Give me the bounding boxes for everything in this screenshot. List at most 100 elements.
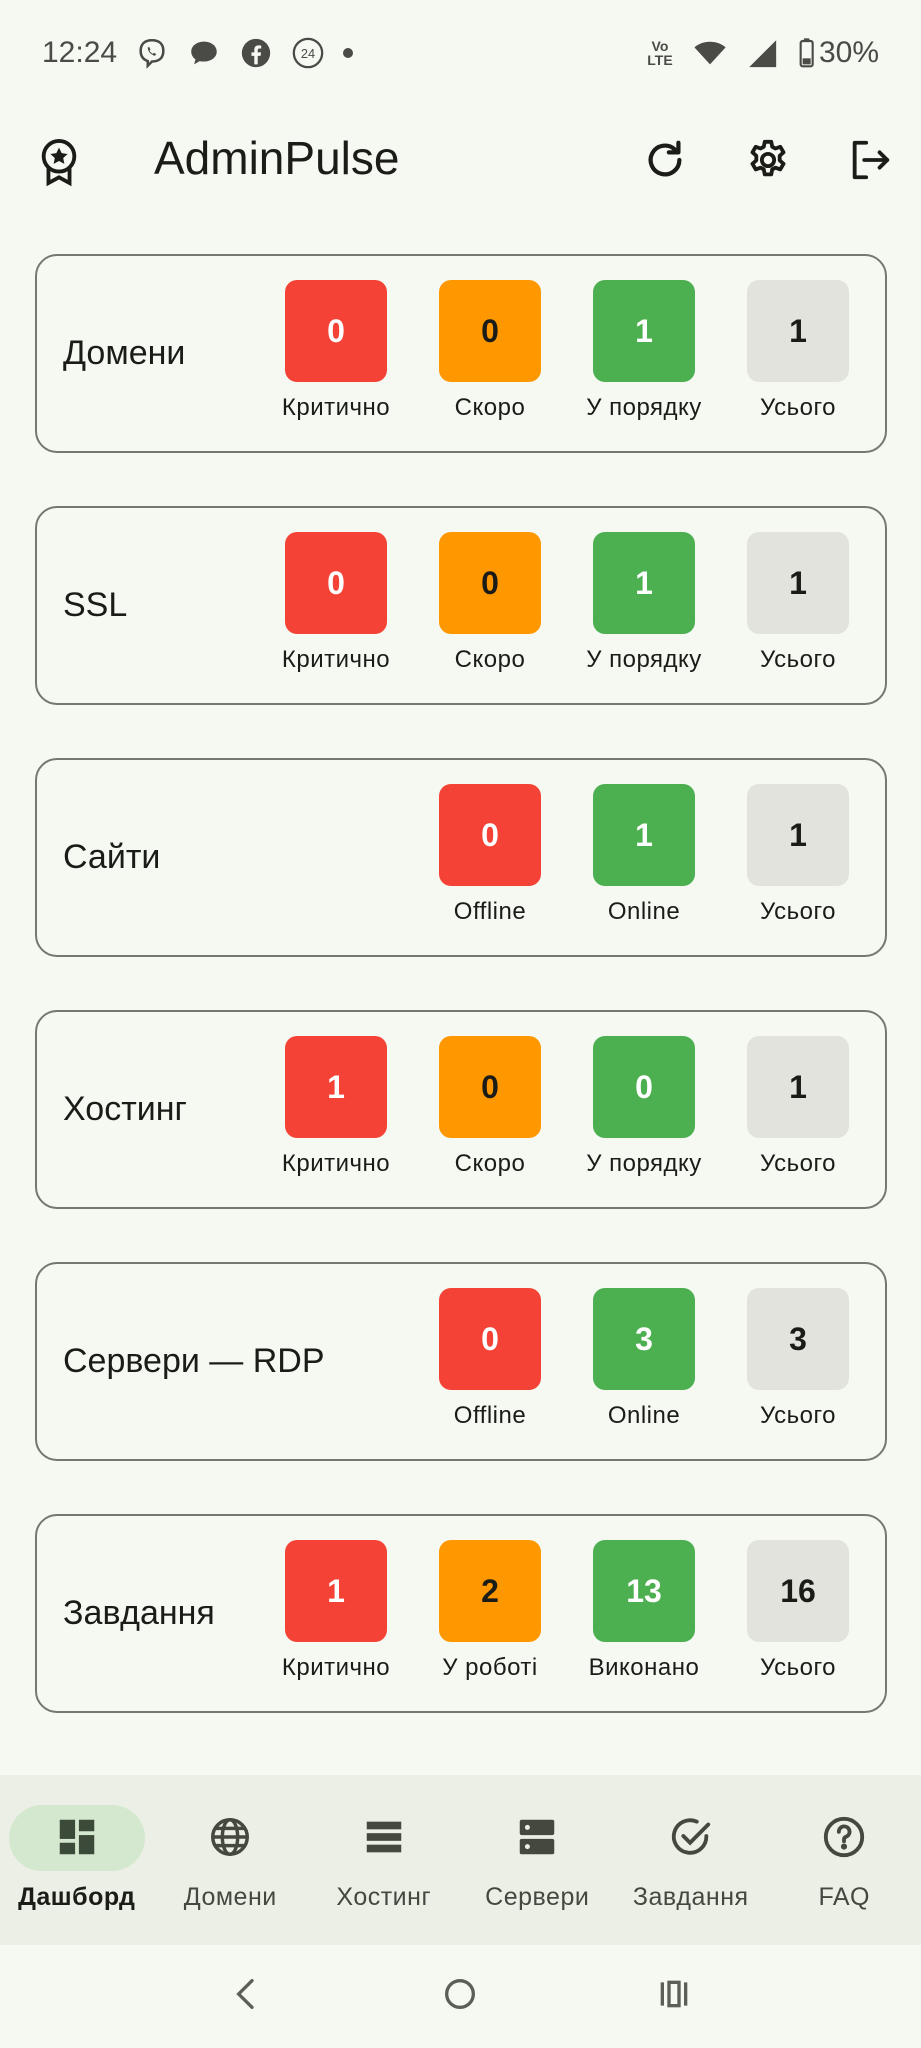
stat-label: Скоро: [454, 1150, 526, 1177]
system-navigation: [0, 1945, 921, 2048]
stat-label: Усього: [759, 646, 837, 673]
stat-item: 2 У роботі: [413, 1540, 567, 1682]
card-stats: 0 Критично 0 Скоро 1 У порядку 1 Усього: [259, 280, 875, 422]
nav-label: FAQ: [818, 1883, 870, 1911]
refresh-button[interactable]: [640, 135, 690, 185]
summary-card[interactable]: Сайти 0 Offline 1 Online 1 Усього: [35, 758, 887, 957]
stat-label: У порядку: [586, 646, 702, 673]
home-icon[interactable]: [440, 1974, 480, 2019]
nav-label: Завдання: [632, 1883, 749, 1911]
app-title: AdminPulse: [154, 132, 400, 184]
stat-item: 1 Усього: [721, 784, 875, 926]
stat-count-badge: 0: [593, 1036, 695, 1138]
server-icon: [513, 1813, 561, 1861]
facebook-icon: [239, 36, 273, 70]
list-icon: [360, 1813, 408, 1861]
svg-text:24: 24: [301, 45, 315, 60]
stat-count-badge: 1: [593, 280, 695, 382]
nav-item[interactable]: Дашборд: [0, 1775, 154, 1945]
card-title: SSL: [63, 586, 128, 624]
stat-item: 0 Offline: [413, 1288, 567, 1430]
card-stats: 0 Offline 1 Online 1 Усього: [413, 784, 875, 926]
stat-label: Online: [607, 898, 681, 925]
chat-icon: [187, 36, 221, 70]
nav-item[interactable]: FAQ: [768, 1775, 921, 1945]
stat-item: 1 У порядку: [567, 532, 721, 674]
stat-label: Online: [607, 1402, 681, 1429]
stat-item: 13 Виконано: [567, 1540, 721, 1682]
stat-item: 0 Скоро: [413, 280, 567, 422]
stat-count-badge: 1: [747, 784, 849, 886]
settings-button[interactable]: [743, 135, 793, 185]
logout-button[interactable]: [845, 135, 895, 185]
stat-item: 0 Скоро: [413, 532, 567, 674]
stat-label: Критично: [281, 1654, 391, 1681]
stat-item: 3 Усього: [721, 1288, 875, 1430]
stat-count-badge: 16: [747, 1540, 849, 1642]
card-stats: 1 Критично 2 У роботі 13 Виконано 16 Усього: [259, 1540, 875, 1682]
stat-item: 0 Критично: [259, 280, 413, 422]
stat-count-badge: 0: [285, 532, 387, 634]
award-icon: [36, 137, 82, 187]
stat-count-badge: 3: [593, 1288, 695, 1390]
stat-item: 1 Критично: [259, 1036, 413, 1178]
summary-card[interactable]: Сервери — RDP 0 Offline 3 Online 3 Усього: [35, 1262, 887, 1461]
refresh-icon: [648, 140, 682, 177]
stat-label: У порядку: [586, 1150, 702, 1177]
summary-card[interactable]: Хостинг 1 Критично 0 Скоро 0 У порядку 1 Усього: [35, 1010, 887, 1209]
stat-label: У роботі: [442, 1654, 538, 1681]
dashboard-cards: Домени 0 Критично 0 Скоро 1 У порядку 1 Усього SS…: [35, 254, 887, 1766]
back-icon[interactable]: [227, 1974, 267, 2019]
stat-count-badge: 1: [593, 532, 695, 634]
stat-label: Критично: [281, 394, 391, 421]
status-time: 12:24: [42, 35, 118, 69]
summary-card[interactable]: Домени 0 Критично 0 Скоро 1 У порядку 1 Усього: [35, 254, 887, 453]
card-title: Хостинг: [63, 1090, 187, 1128]
card-title: Завдання: [63, 1594, 215, 1632]
stat-item: 0 У порядку: [567, 1036, 721, 1178]
nav-item[interactable]: Завдання: [614, 1775, 768, 1945]
stat-label: Offline: [453, 898, 527, 925]
nav-item[interactable]: Сервери: [461, 1775, 615, 1945]
stat-count-badge: 2: [439, 1540, 541, 1642]
stat-count-badge: 13: [593, 1540, 695, 1642]
stat-label: Усього: [759, 394, 837, 421]
stat-label: Критично: [281, 1150, 391, 1177]
stat-item: 3 Online: [567, 1288, 721, 1430]
nav-item[interactable]: Домени: [154, 1775, 308, 1945]
stat-item: 0 Критично: [259, 532, 413, 674]
nav-item[interactable]: Хостинг: [307, 1775, 461, 1945]
stat-label: Критично: [281, 646, 391, 673]
card-title: Сайти: [63, 838, 161, 876]
signal-icon: [745, 36, 779, 70]
stat-label: Усього: [759, 1402, 837, 1429]
card-stats: 1 Критично 0 Скоро 0 У порядку 1 Усього: [259, 1036, 875, 1178]
stat-label: Скоро: [454, 394, 526, 421]
stat-item: 1 У порядку: [567, 280, 721, 422]
summary-card[interactable]: SSL 0 Критично 0 Скоро 1 У порядку 1 Усього: [35, 506, 887, 705]
stat-label: Скоро: [454, 646, 526, 673]
nav-label: Хостинг: [336, 1883, 432, 1911]
stat-count-badge: 1: [747, 1036, 849, 1138]
stat-label: У порядку: [586, 394, 702, 421]
stat-count-badge: 1: [747, 532, 849, 634]
stat-count-badge: 1: [285, 1036, 387, 1138]
summary-card[interactable]: Завдання 1 Критично 2 У роботі 13 Виконано 16 Ус…: [35, 1514, 887, 1713]
stat-item: 1 Online: [567, 784, 721, 926]
recents-icon[interactable]: [654, 1974, 694, 2019]
stat-count-badge: 0: [439, 280, 541, 382]
stat-item: 1 Усього: [721, 532, 875, 674]
viber-icon: [135, 36, 169, 70]
stat-count-badge: 0: [285, 280, 387, 382]
stat-count-badge: 1: [747, 280, 849, 382]
stat-item: 1 Усього: [721, 280, 875, 422]
volte-indicator: Vo LTE: [647, 37, 673, 68]
help-icon: [820, 1813, 868, 1861]
stat-label: Виконано: [588, 1654, 700, 1681]
status-bar: 12:24 24 Vo LTE 30%: [0, 0, 921, 105]
stat-item: 0 Offline: [413, 784, 567, 926]
battery-group: 30%: [797, 36, 879, 70]
stat-count-badge: 0: [439, 1288, 541, 1390]
dashboard-icon: [53, 1813, 101, 1861]
stat-item: 16 Усього: [721, 1540, 875, 1682]
